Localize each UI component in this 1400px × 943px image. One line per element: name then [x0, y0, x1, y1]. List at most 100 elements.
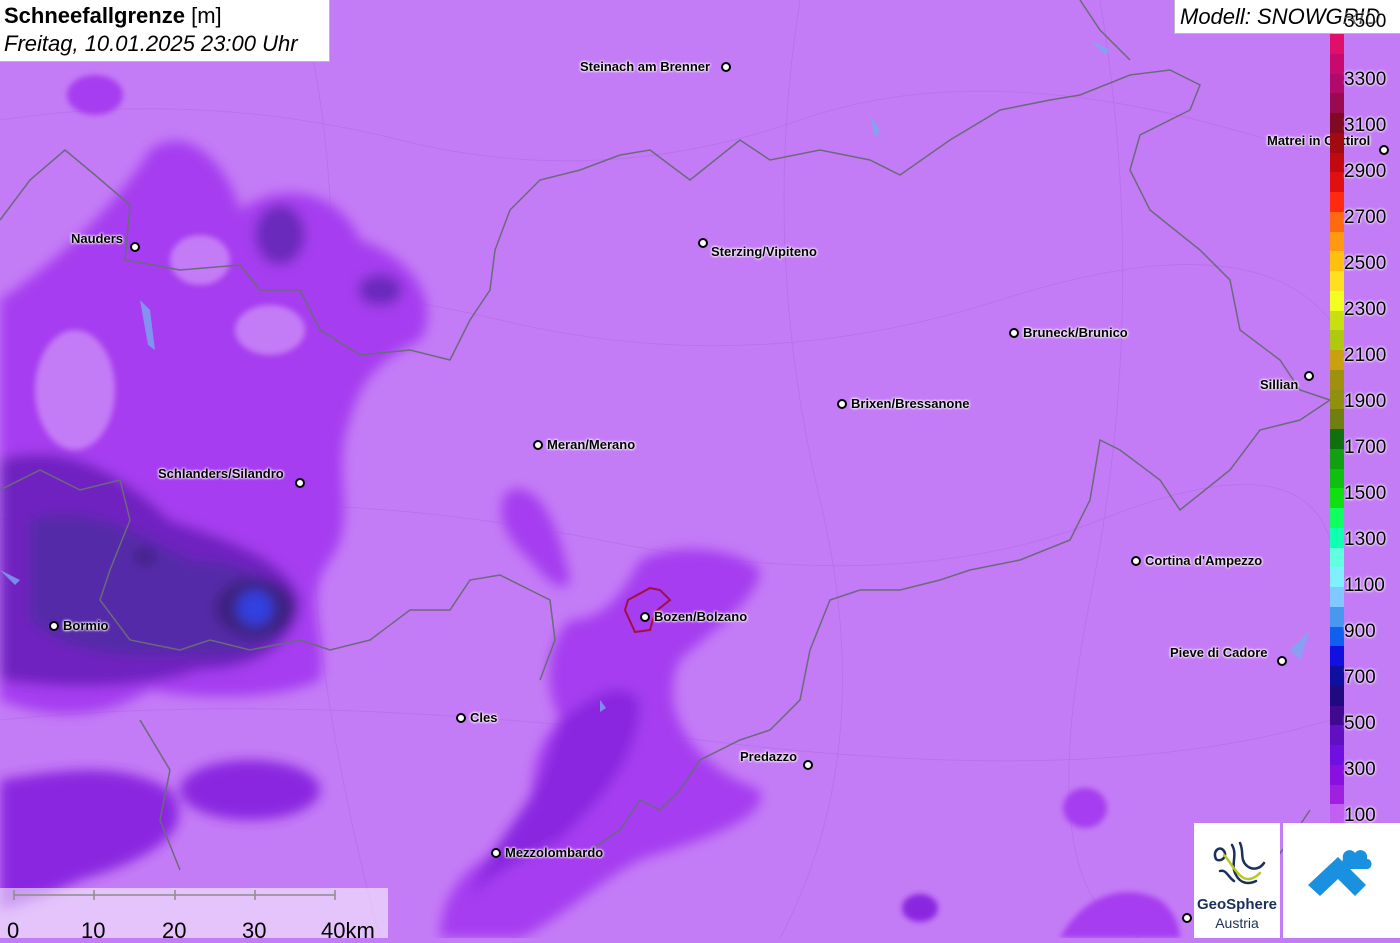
city-label: Pieve di Cadore: [1170, 645, 1268, 660]
city-label: Bruneck/Brunico: [1023, 325, 1128, 340]
city-label: Bozen/Bolzano: [654, 609, 748, 624]
colorbar-segment: [1330, 626, 1344, 647]
city-label: Nauders: [71, 231, 124, 246]
city-label: Meran/Merano: [547, 437, 636, 452]
colorbar-segment: [1330, 705, 1344, 726]
colorbar-label: 3300: [1344, 69, 1387, 90]
scale-label: 40km: [321, 918, 375, 943]
colorbar-segment: [1330, 764, 1344, 785]
colorbar-label: 2900: [1344, 161, 1387, 182]
city-dot: [721, 62, 731, 72]
city-dot: [698, 238, 708, 248]
colorbar-segment: [1330, 211, 1344, 232]
colorbar-segment: [1330, 488, 1344, 509]
geosphere-swirl-icon: [1213, 841, 1266, 885]
colorbar-label: 2500: [1344, 253, 1387, 274]
colorbar-label: 3100: [1344, 115, 1387, 136]
colorbar-segment: [1330, 350, 1344, 371]
colorbar-segment: [1330, 666, 1344, 687]
colorbar-segment: [1330, 745, 1344, 766]
city-label: Sillian: [1260, 377, 1299, 392]
colorbar-segment: [1330, 271, 1344, 292]
map-title-unit: [m]: [191, 3, 222, 28]
city-dot: [1277, 656, 1287, 666]
colorbar-segment: [1330, 290, 1344, 311]
city-dot: [1379, 145, 1389, 155]
city-dot: [533, 440, 543, 450]
colorbar-segment: [1330, 587, 1344, 608]
geosphere-logo-line2: Austria: [1215, 915, 1259, 931]
colorbar-segment: [1330, 508, 1344, 529]
city-label: Cortina d'Ampezzo: [1145, 553, 1263, 568]
city-label: Schlanders/Silandro: [158, 466, 284, 481]
geosphere-logo-line1: GeoSphere: [1196, 896, 1278, 913]
colorbar-segment: [1330, 646, 1344, 667]
city-label: Sterzing/Vipiteno: [711, 244, 817, 259]
city-dot: [640, 612, 650, 622]
city-dot: [456, 713, 466, 723]
provider-logo: [1283, 823, 1400, 938]
colorbar-label: 500: [1344, 713, 1376, 734]
colorbar-segment: [1330, 251, 1344, 272]
city-dot: [837, 399, 847, 409]
colorbar-segment: [1330, 132, 1344, 153]
colorbar-segment: [1330, 389, 1344, 410]
colorbar-label: 1300: [1344, 529, 1387, 550]
colorbar-label: 2100: [1344, 345, 1387, 366]
colorbar-segment: [1330, 73, 1344, 94]
colorbar-segment: [1330, 53, 1344, 74]
colorbar-segment: [1330, 34, 1344, 55]
scale-label: 0: [7, 918, 20, 943]
city-label: Cles: [470, 710, 498, 725]
colorbar-segment: [1330, 448, 1344, 469]
colorbar: [1330, 34, 1344, 825]
colorbar-segment: [1330, 725, 1344, 746]
map-date: Freitag, 10.01.2025 23:00 Uhr: [4, 31, 298, 56]
colorbar-segment: [1330, 93, 1344, 114]
colorbar-segment: [1330, 330, 1344, 351]
city-label: Steinach am Brenner: [580, 59, 711, 74]
colorbar-segment: [1330, 784, 1344, 805]
city-dot: [1131, 556, 1141, 566]
city-dot: [49, 621, 59, 631]
colorbar-segment: [1330, 369, 1344, 390]
colorbar-segment: [1330, 606, 1344, 627]
map-title-box: Schneefallgrenze [m] Freitag, 10.01.2025…: [0, 0, 330, 62]
colorbar-label: 700: [1344, 667, 1376, 688]
colorbar-segment: [1330, 527, 1344, 548]
city-dot: [295, 478, 305, 488]
colorbar-segment: [1330, 113, 1344, 134]
colorbar-segment: [1330, 231, 1344, 252]
colorbar-label: 900: [1344, 621, 1376, 642]
city-dot: [1304, 371, 1314, 381]
scale-label: 30: [242, 918, 267, 943]
scale-label: 20: [162, 918, 187, 943]
colorbar-segment: [1330, 429, 1344, 450]
colorbar-label: 2300: [1344, 299, 1387, 320]
colorbar-segment: [1330, 547, 1344, 568]
colorbar-segment: [1330, 409, 1344, 430]
colorbar-segment: [1330, 567, 1344, 588]
colorbar-segment: [1330, 152, 1344, 173]
city-dot: [491, 848, 501, 858]
city-dot: [1009, 328, 1019, 338]
city-dot: [1182, 913, 1192, 923]
scale-label: 10: [81, 918, 106, 943]
city-label: Mezzolombardo: [505, 845, 604, 860]
colorbar-segment: [1330, 804, 1344, 825]
colorbar-segment: [1330, 468, 1344, 489]
map-title: Schneefallgrenze [m]: [4, 2, 325, 30]
colorbar-label: 3500: [1344, 11, 1387, 32]
city-label: Brixen/Bressanone: [851, 396, 970, 411]
colorbar-segment: [1330, 172, 1344, 193]
mountain-cloud-icon: [1308, 850, 1372, 896]
geosphere-logo: GeoSphere Austria: [1194, 823, 1280, 938]
city-label: Predazzo: [740, 749, 798, 764]
colorbar-segment: [1330, 310, 1344, 331]
colorbar-label: 1700: [1344, 437, 1387, 458]
city-dot: [803, 760, 813, 770]
colorbar-label: 2700: [1344, 207, 1387, 228]
colorbar-segment: [1330, 685, 1344, 706]
map-title-bold: Schneefallgrenze: [4, 3, 185, 28]
city-label: Bormio: [63, 618, 109, 633]
